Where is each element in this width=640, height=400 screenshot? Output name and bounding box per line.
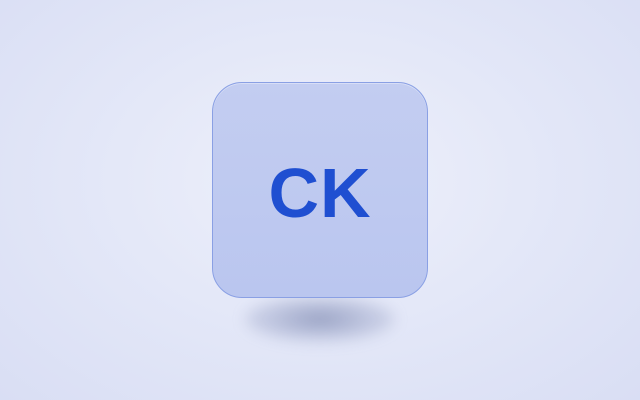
icon-drop-shadow xyxy=(245,296,395,342)
avatar-tile[interactable]: CK xyxy=(212,82,428,298)
avatar-initials: CK xyxy=(268,154,372,232)
